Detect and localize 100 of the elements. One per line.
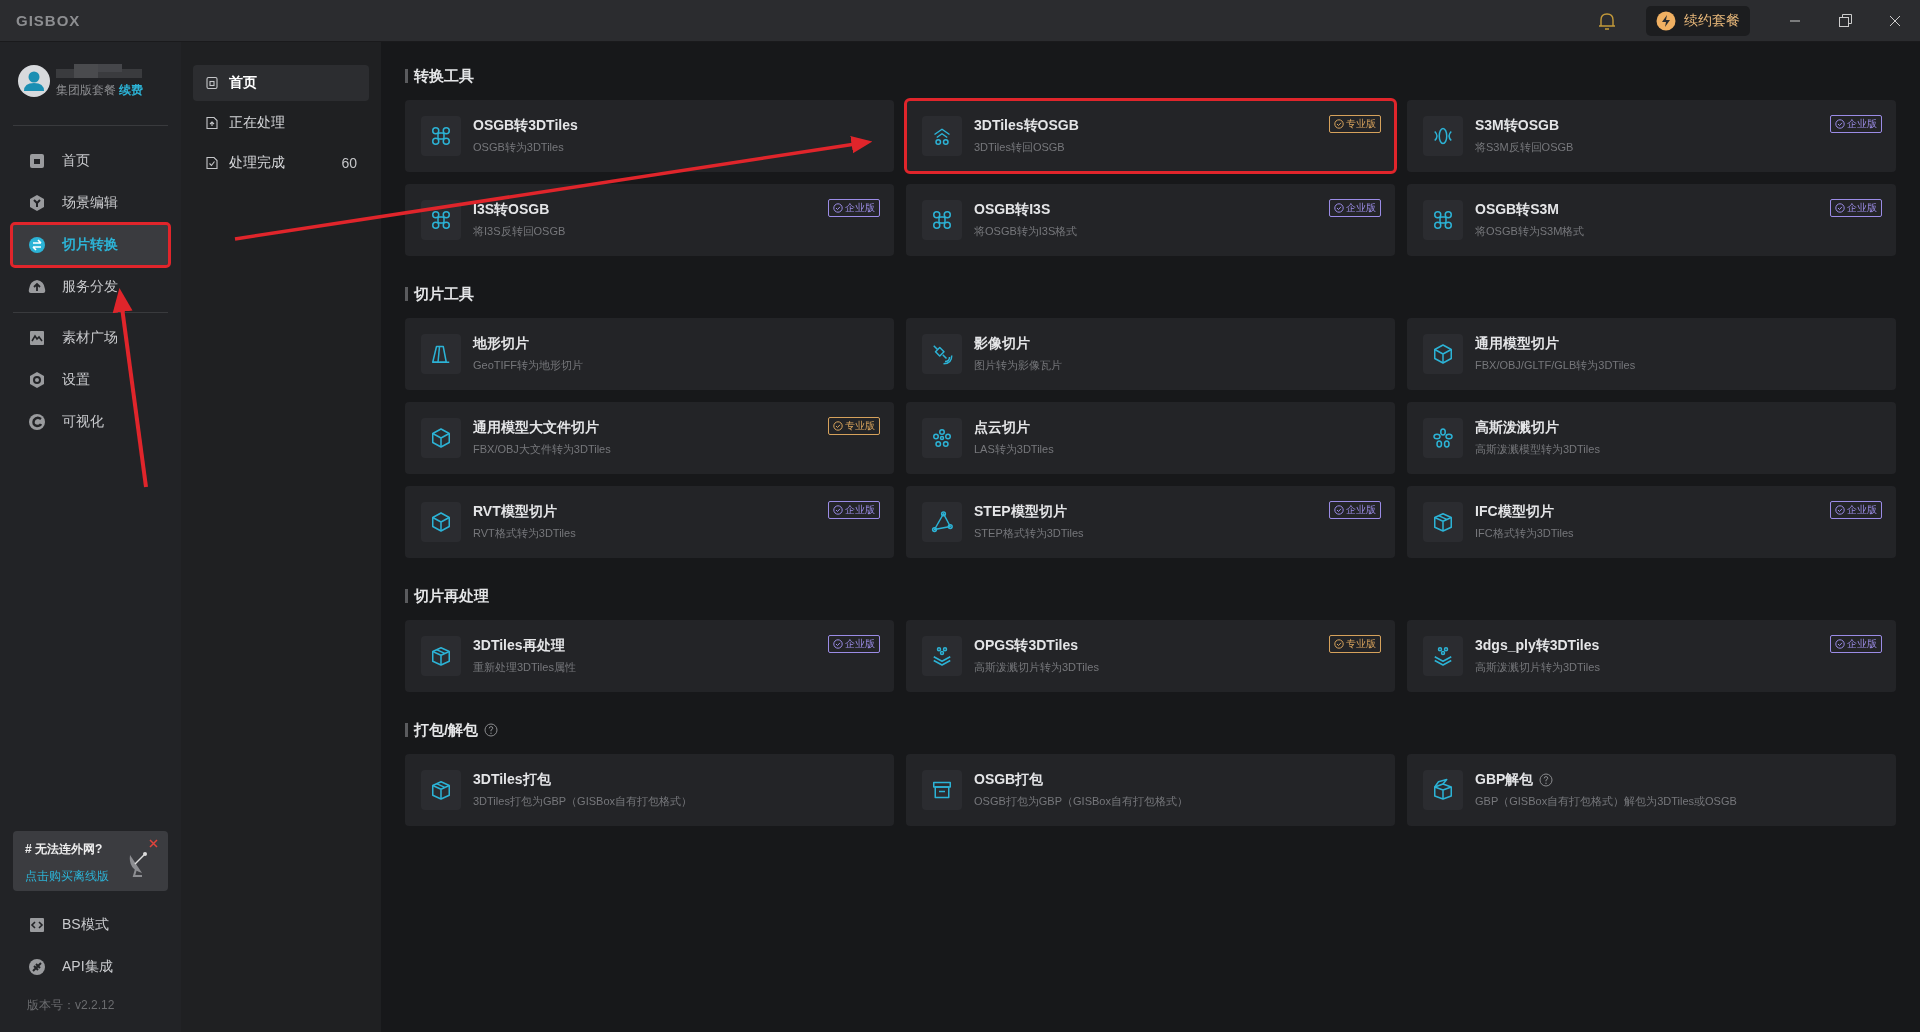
card-title: 3DTiles打包 <box>473 771 551 789</box>
tool-card[interactable]: OSGB转S3M 将OSGB转为S3M格式 企业版 <box>1407 184 1896 256</box>
card-title: 3dgs_ply转3DTiles <box>1475 637 1600 655</box>
nav-label: 切片转换 <box>62 236 118 254</box>
tool-card[interactable]: 3DTiles打包 3DTiles打包为GBP（GISBox自有打包格式） <box>405 754 894 826</box>
tool-card[interactable]: OSGB打包 OSGB打包为GBP（GISBox自有打包格式） <box>906 754 1395 826</box>
nav-item[interactable]: 切片转换 <box>13 225 168 265</box>
drone-icon <box>429 124 453 148</box>
box-icon <box>429 778 453 802</box>
close-icon[interactable] <box>1889 14 1901 27</box>
edition-badge: 企业版 <box>1329 199 1381 217</box>
card-description: 高斯泼溅切片转为3DTiles <box>1475 660 1600 675</box>
tool-card[interactable]: 影像切片 图片转为影像瓦片 <box>906 318 1395 390</box>
version-label: 版本号：v2.2.12 <box>26 997 116 1014</box>
bell-icon[interactable] <box>1598 10 1616 31</box>
card-title: I3S转OSGB <box>473 201 550 219</box>
card-description: 将S3M反转回OSGB <box>1475 140 1574 155</box>
promo-link[interactable]: 点击购买离线版 <box>25 868 109 885</box>
card-title: RVT模型切片 <box>473 503 557 521</box>
drone-icon <box>930 208 954 232</box>
subnav-item[interactable]: 首页 <box>193 65 369 101</box>
nav-item[interactable]: 场景编辑 <box>13 183 168 223</box>
help-icon[interactable] <box>1539 773 1554 787</box>
edition-badge: 企业版 <box>828 635 880 653</box>
edition-badge: 企业版 <box>1830 501 1882 519</box>
code-icon <box>27 915 47 935</box>
nav-item[interactable]: 设置 <box>13 360 168 400</box>
tool-card[interactable]: 高斯泼溅切片 高斯泼溅模型转为3DTiles <box>1407 402 1896 474</box>
card-description: 将I3S反转回OSGB <box>473 224 566 239</box>
satellite-icon <box>930 342 954 366</box>
box-icon <box>429 644 453 668</box>
swap-icon <box>27 235 47 255</box>
nav-item[interactable]: 服务分发 <box>13 267 168 307</box>
nodes-icon <box>930 426 954 450</box>
mountain-icon <box>27 328 47 348</box>
card-title: 高斯泼溅切片 <box>1475 419 1559 437</box>
card-description: 将OSGB转为S3M格式 <box>1475 224 1585 239</box>
plug-icon <box>27 957 47 977</box>
tool-card[interactable]: RVT模型切片 RVT格式转为3DTiles 企业版 <box>405 486 894 558</box>
tool-card[interactable]: I3S转OSGB 将I3S反转回OSGB 企业版 <box>405 184 894 256</box>
nav-item[interactable]: 可视化 <box>13 402 168 442</box>
edition-badge: 企业版 <box>828 199 880 217</box>
card-description: LAS转为3DTiles <box>974 442 1054 457</box>
tool-card[interactable]: 3DTiles转OSGB 3DTiles转回OSGB 专业版 <box>906 100 1395 172</box>
tool-card[interactable]: 通用模型大文件切片 FBX/OBJ大文件转为3DTiles 专业版 <box>405 402 894 474</box>
tool-card[interactable]: 点云切片 LAS转为3DTiles <box>906 402 1395 474</box>
card-title: GBP解包 <box>1475 771 1534 789</box>
tool-card[interactable]: 3DTiles再处理 重新处理3DTiles属性 企业版 <box>405 620 894 692</box>
offline-promo-card[interactable]: # 无法连外网? 点击购买离线版 <box>13 831 168 891</box>
tool-card[interactable]: GBP解包 GBP（GISBox自有打包格式）解包为3DTiles或OSGB <box>1407 754 1896 826</box>
card-description: 重新处理3DTiles属性 <box>473 660 576 675</box>
card-title: OSGB打包 <box>974 771 1044 789</box>
subnav-item[interactable]: 正在处理 <box>193 105 369 141</box>
card-title: 3DTiles再处理 <box>473 637 565 655</box>
card-description: OSGB打包为GBP（GISBox自有打包格式） <box>974 794 1188 809</box>
home-icon <box>205 76 219 90</box>
subnav-item[interactable]: 处理完成 60 <box>193 145 369 181</box>
card-description: 图片转为影像瓦片 <box>974 358 1062 373</box>
tool-card[interactable]: IFC模型切片 IFC格式转为3DTiles 企业版 <box>1407 486 1896 558</box>
tool-card[interactable]: OSGB转3DTiles OSGB转为3DTiles <box>405 100 894 172</box>
card-description: STEP格式转为3DTiles <box>974 526 1084 541</box>
restore-icon[interactable] <box>1838 14 1852 27</box>
tool-card[interactable]: OPGS转3DTiles 高斯泼溅切片转为3DTiles 专业版 <box>906 620 1395 692</box>
section-title: 切片工具 <box>414 284 474 304</box>
card-title: S3M转OSGB <box>1475 117 1559 135</box>
nav-item[interactable]: 素材广场 <box>13 318 168 358</box>
settings-icon <box>27 370 47 390</box>
tool-card[interactable]: 通用模型切片 FBX/OBJ/GLTF/GLB转为3DTiles <box>1407 318 1896 390</box>
drone-icon <box>429 208 453 232</box>
tool-card[interactable]: 地形切片 GeoTIFF转为地形切片 <box>405 318 894 390</box>
card-description: IFC格式转为3DTiles <box>1475 526 1574 541</box>
renew-link[interactable]: 续费 <box>119 84 144 96</box>
edition-badge: 企业版 <box>1830 199 1882 217</box>
card-description: GBP（GISBox自有打包格式）解包为3DTiles或OSGB <box>1475 794 1737 809</box>
edition-badge: 企业版 <box>1830 635 1882 653</box>
nav-item[interactable]: BS模式 <box>13 905 168 945</box>
home-icon <box>27 151 47 171</box>
nav-label: BS模式 <box>62 916 109 934</box>
nav-label: 设置 <box>62 371 90 389</box>
edition-badge: 专业版 <box>1329 635 1381 653</box>
card-title: 通用模型切片 <box>1475 335 1559 353</box>
edition-badge: 企业版 <box>1830 115 1882 133</box>
tool-card[interactable]: STEP模型切片 STEP格式转为3DTiles 企业版 <box>906 486 1395 558</box>
nav-item[interactable]: 首页 <box>13 141 168 181</box>
nav-label: 素材广场 <box>62 329 118 347</box>
box-icon <box>1431 510 1455 534</box>
nav-label: 首页 <box>62 152 90 170</box>
section-title: 切片再处理 <box>414 586 489 606</box>
card-title: OSGB转I3S <box>974 201 1051 219</box>
help-icon[interactable] <box>484 723 499 737</box>
tool-card[interactable]: 3dgs_ply转3DTiles 高斯泼溅切片转为3DTiles 企业版 <box>1407 620 1896 692</box>
renew-plan-button[interactable]: 续约套餐 <box>1646 5 1750 36</box>
edition-badge: 企业版 <box>828 501 880 519</box>
tool-card[interactable]: OSGB转I3S 将OSGB转为I3S格式 企业版 <box>906 184 1395 256</box>
nav-item[interactable]: API集成 <box>13 947 168 987</box>
nav-label: 场景编辑 <box>62 194 118 212</box>
nav-label: API集成 <box>62 958 113 976</box>
avatar-icon[interactable] <box>18 65 50 97</box>
cube-icon <box>429 426 453 450</box>
tool-card[interactable]: S3M转OSGB 将S3M反转回OSGB 企业版 <box>1407 100 1896 172</box>
